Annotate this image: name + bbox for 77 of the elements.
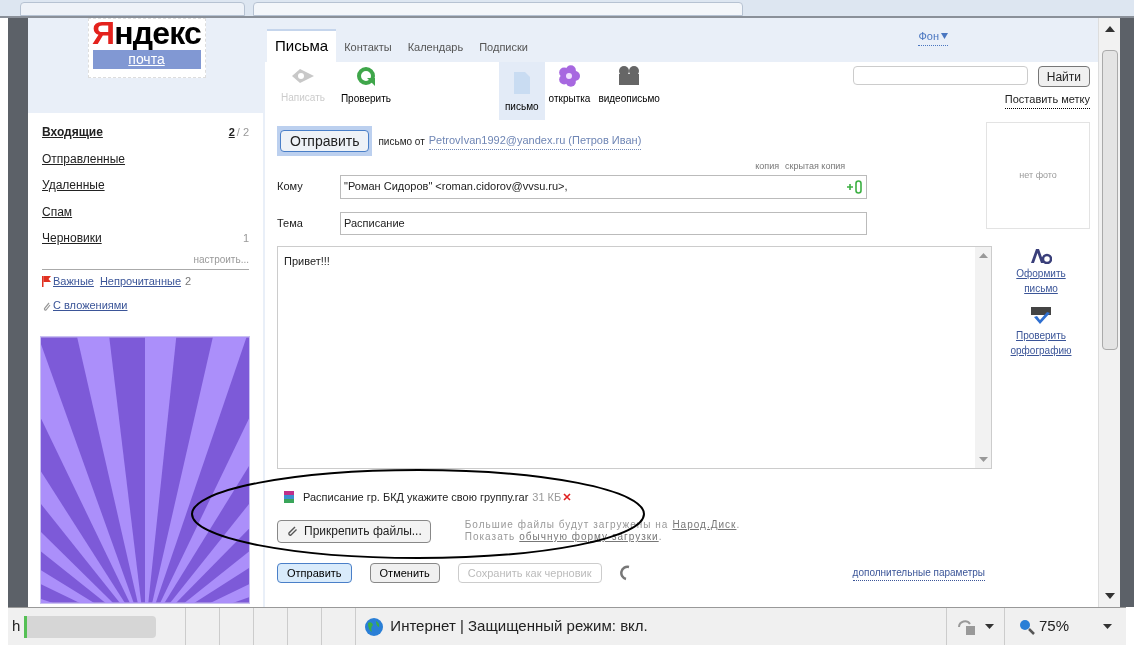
caret-icon[interactable] bbox=[1103, 624, 1112, 629]
tab[interactable]: Контакты bbox=[336, 32, 400, 62]
folder-link[interactable]: Черновики bbox=[42, 229, 102, 248]
search-button[interactable]: Найти bbox=[1037, 66, 1090, 87]
folder-link[interactable]: Отправленные bbox=[42, 149, 125, 168]
label-link[interactable]: Поставить метку bbox=[1004, 91, 1090, 109]
tab[interactable]: Календарь bbox=[399, 32, 472, 62]
add-contact-icon bbox=[847, 179, 863, 194]
lock-icon[interactable] bbox=[956, 617, 977, 636]
attach-button[interactable]: Прикрепить файлы... bbox=[277, 519, 431, 543]
compose-tool[interactable]: письмо bbox=[498, 62, 545, 120]
remove-icon[interactable] bbox=[563, 492, 572, 501]
search-field[interactable] bbox=[852, 66, 1028, 85]
scroll-up-icon bbox=[978, 252, 988, 258]
hint-period: . bbox=[658, 531, 663, 543]
zoom-level[interactable]: 75% bbox=[1038, 615, 1069, 638]
document-icon bbox=[511, 71, 532, 95]
side-tool-link[interactable]: Оформить письмо bbox=[1001, 265, 1081, 296]
scrollbar-thumb[interactable] bbox=[1101, 50, 1118, 350]
paperclip-icon bbox=[286, 525, 298, 537]
copy-link[interactable]: скрытая копия bbox=[785, 160, 846, 174]
to-label: Кому bbox=[277, 179, 304, 195]
unread-count: 1 bbox=[242, 231, 249, 246]
folder-link[interactable]: Спам bbox=[42, 202, 73, 221]
refresh-icon bbox=[354, 64, 377, 87]
zone-text: Интернет | Защищенный режим: вкл. bbox=[390, 616, 648, 637]
spinner-icon bbox=[619, 565, 632, 581]
from-label: письмо от bbox=[378, 134, 425, 149]
compose-tool[interactable]: видеописьмо bbox=[594, 62, 664, 108]
background-menu[interactable]: Фон bbox=[918, 28, 948, 46]
spellcheck-icon bbox=[1029, 305, 1053, 326]
archive-icon bbox=[283, 489, 295, 504]
scroll-down-icon bbox=[978, 456, 988, 462]
subject-field[interactable]: Расписание bbox=[340, 212, 867, 235]
tab[interactable]: Письма bbox=[267, 29, 337, 62]
sender-link[interactable]: PetrovIvan1992@yandex.ru (Петров Иван) bbox=[428, 132, 642, 150]
compose-tool[interactable]: открытка bbox=[544, 62, 595, 108]
more-params-link[interactable]: дополнительные параметры bbox=[852, 565, 985, 581]
flag-icon bbox=[42, 276, 51, 287]
unread-count: 2 bbox=[228, 125, 235, 140]
action-button[interactable]: Отправить bbox=[277, 563, 352, 583]
globe-icon bbox=[364, 616, 385, 637]
no-photo-text: нет фото bbox=[1019, 168, 1057, 182]
filter-link[interactable]: Непрочитанные bbox=[99, 273, 181, 290]
folder-link[interactable]: Входящие bbox=[42, 123, 103, 142]
logo: Яндекс почта bbox=[87, 18, 206, 78]
action-button[interactable]: Отменить bbox=[369, 563, 440, 583]
side-tool-link[interactable]: Проверить орфографию bbox=[1001, 327, 1081, 358]
scroll-down-icon bbox=[1104, 593, 1115, 599]
hint-period: . bbox=[736, 519, 741, 531]
caret-icon bbox=[941, 33, 948, 40]
status-address: h bbox=[11, 616, 22, 637]
filter-link[interactable]: С вложениями bbox=[53, 297, 128, 314]
to-field[interactable]: "Роман Сидоров" <roman.cidorov@vvsu.ru>, bbox=[340, 174, 867, 199]
flower-icon bbox=[558, 64, 581, 87]
hint-link[interactable]: обычную форму загрузки bbox=[519, 531, 659, 543]
folder-link[interactable]: Удаленные bbox=[42, 176, 105, 195]
compose-tool[interactable]: Проверить bbox=[336, 62, 395, 108]
send-button[interactable]: Отправить bbox=[280, 130, 370, 152]
attachment-name: Расписание гр. БКД укажите свою группу.rar bbox=[303, 489, 529, 505]
paperclip-icon bbox=[42, 300, 51, 311]
scroll-up-icon bbox=[1104, 26, 1115, 32]
total-count: / 2 bbox=[236, 125, 249, 140]
tab[interactable]: Подписки bbox=[471, 32, 536, 62]
letters-icon bbox=[1030, 247, 1052, 264]
textarea-scrollbar[interactable] bbox=[975, 246, 991, 468]
page-scrollbar[interactable] bbox=[1098, 18, 1120, 607]
hint-link[interactable]: Народ.Диск bbox=[672, 519, 737, 531]
subject-label: Тема bbox=[277, 216, 304, 232]
caret-icon[interactable] bbox=[984, 624, 994, 629]
zoom-icon[interactable] bbox=[1018, 618, 1035, 635]
message-body[interactable]: Привет!!! bbox=[277, 245, 992, 469]
attachment-size: 31 КБ bbox=[532, 489, 562, 505]
copy-link[interactable]: копия bbox=[755, 160, 780, 174]
filter-link[interactable]: Важные bbox=[53, 273, 94, 290]
hint-text: Показать bbox=[464, 531, 516, 543]
filter-count: 2 bbox=[185, 274, 192, 290]
